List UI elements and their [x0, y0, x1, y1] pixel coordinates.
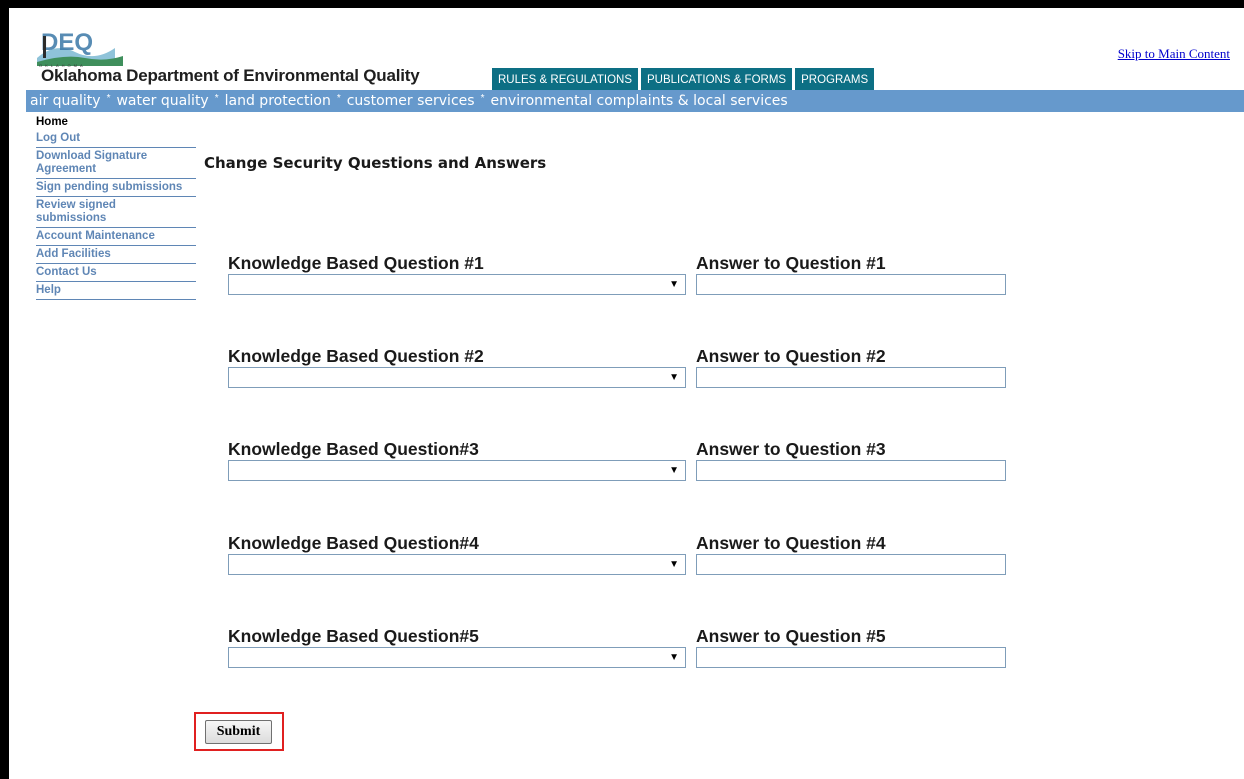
answer-input-2[interactable]: [696, 367, 1006, 388]
tab-publications-forms[interactable]: PUBLICATIONS & FORMS: [641, 68, 793, 92]
nav-air-quality[interactable]: air quality: [30, 93, 101, 109]
sidebar-item-download-signature-agreement[interactable]: Download Signature Agreement: [36, 148, 166, 178]
answer-label-5: Answer to Question #5: [696, 626, 886, 646]
question-label-4: Knowledge Based Question#4: [228, 533, 479, 553]
nav-separator: *: [480, 92, 485, 104]
answer-input-1[interactable]: [696, 274, 1006, 295]
agency-name: Oklahoma Department of Environmental Qua…: [41, 66, 420, 85]
answer-label-1: Answer to Question #1: [696, 253, 886, 273]
qa-row-1: Knowledge Based Question #1 Answer to Qu…: [0, 253, 1244, 303]
nav-customer-services[interactable]: customer services: [347, 93, 475, 109]
answer-label-4: Answer to Question #4: [696, 533, 886, 553]
sidebar-item-account-maintenance[interactable]: Account Maintenance: [36, 228, 196, 246]
sidebar-item-review-signed-submissions[interactable]: Review signed submissions: [36, 197, 136, 227]
question-label-1: Knowledge Based Question #1: [228, 253, 484, 273]
topic-nav-bar: air quality * water quality * land prote…: [26, 90, 1244, 112]
question-select-4[interactable]: ▼: [228, 554, 686, 575]
deq-logo-icon: DEQ OKLAHOMA: [35, 28, 127, 68]
nav-separator: *: [106, 92, 111, 104]
tab-programs[interactable]: PROGRAMS: [795, 68, 875, 92]
nav-separator: *: [336, 92, 341, 104]
nav-land-protection[interactable]: land protection: [225, 93, 331, 109]
dropdown-arrow-icon: ▼: [669, 279, 679, 290]
svg-text:DEQ: DEQ: [41, 29, 93, 56]
question-label-2: Knowledge Based Question #2: [228, 346, 484, 366]
dropdown-arrow-icon: ▼: [669, 372, 679, 383]
tab-rules-regulations[interactable]: RULES & REGULATIONS: [492, 68, 638, 92]
dropdown-arrow-icon: ▼: [669, 652, 679, 663]
question-label-5: Knowledge Based Question#5: [228, 626, 479, 646]
submit-button[interactable]: Submit: [205, 720, 272, 744]
sidebar-item-log-out[interactable]: Log Out: [36, 130, 196, 148]
answer-input-3[interactable]: [696, 460, 1006, 481]
nav-environmental-complaints[interactable]: environmental complaints & local service…: [490, 93, 787, 109]
dropdown-arrow-icon: ▼: [669, 559, 679, 570]
question-select-3[interactable]: ▼: [228, 460, 686, 481]
question-select-1[interactable]: ▼: [228, 274, 686, 295]
skip-to-main-content-link[interactable]: Skip to Main Content: [1118, 46, 1230, 62]
dropdown-arrow-icon: ▼: [669, 465, 679, 476]
qa-row-5: Knowledge Based Question#5 Answer to Que…: [0, 626, 1244, 676]
answer-input-5[interactable]: [696, 647, 1006, 668]
qa-row-2: Knowledge Based Question #2 Answer to Qu…: [0, 346, 1244, 396]
answer-label-2: Answer to Question #2: [696, 346, 886, 366]
top-tabs: RULES & REGULATIONS PUBLICATIONS & FORMS…: [492, 68, 875, 92]
question-select-5[interactable]: ▼: [228, 647, 686, 668]
nav-separator: *: [214, 92, 219, 104]
question-label-3: Knowledge Based Question#3: [228, 439, 479, 459]
qa-row-4: Knowledge Based Question#4 Answer to Que…: [0, 533, 1244, 583]
answer-input-4[interactable]: [696, 554, 1006, 575]
qa-row-3: Knowledge Based Question#3 Answer to Que…: [0, 439, 1244, 489]
sidebar-item-home[interactable]: Home: [36, 114, 196, 130]
answer-label-3: Answer to Question #3: [696, 439, 886, 459]
nav-water-quality[interactable]: water quality: [116, 93, 208, 109]
sidebar-item-sign-pending-submissions[interactable]: Sign pending submissions: [36, 179, 196, 197]
question-select-2[interactable]: ▼: [228, 367, 686, 388]
page-title: Change Security Questions and Answers: [204, 154, 547, 172]
